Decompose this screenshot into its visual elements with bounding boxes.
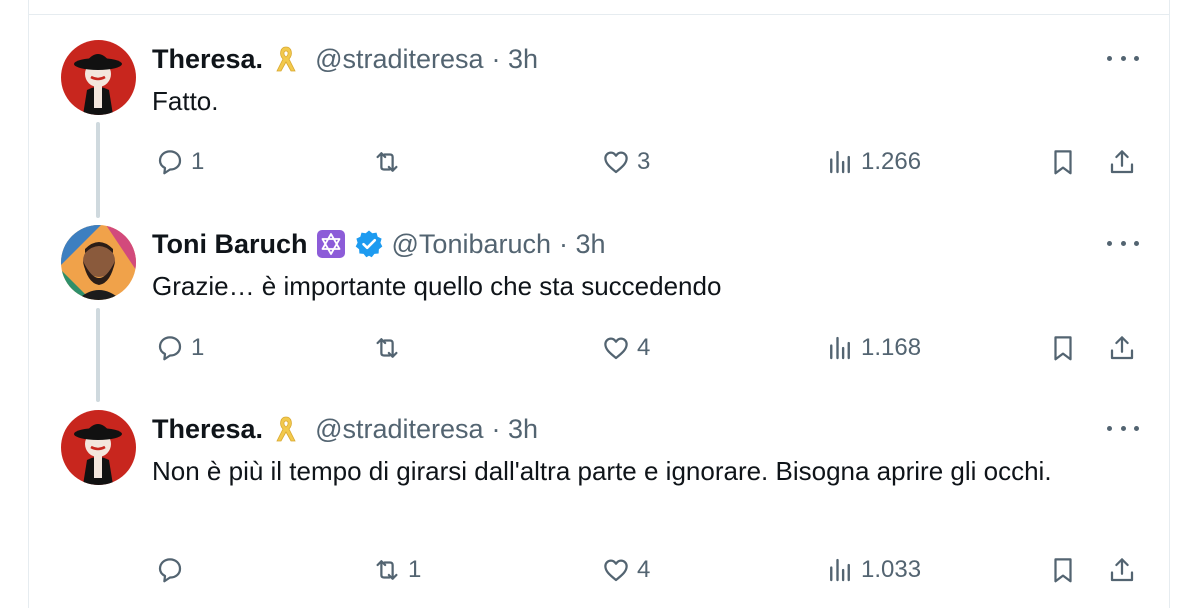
yellow-ribbon-icon [271,414,301,444]
views-chart-icon [830,336,850,360]
like-count: 4 [637,334,651,361]
verified-badge-icon [354,229,384,259]
views-count: 1.168 [861,334,922,361]
views-chart-icon [830,558,850,582]
reply-button[interactable]: 1 [155,331,204,365]
bookmark-icon [1054,150,1072,175]
views-button[interactable]: 1.033 [825,553,921,587]
views-count: 1.033 [861,556,922,583]
heart-icon [604,151,628,174]
user-handle[interactable]: @straditeresa [315,414,483,445]
reply-count: 1 [191,148,205,175]
tweet-text: Non è più il tempo di girarsi dall'altra… [152,456,1052,486]
avatar[interactable] [61,225,136,300]
reply-icon [158,336,182,361]
retweet-icon [376,338,398,358]
timestamp[interactable]: · 3h [559,229,606,260]
more-options-button[interactable] [1107,422,1139,434]
more-icon [1107,55,1112,61]
like-button[interactable]: 4 [601,331,650,365]
retweet-button[interactable]: 1 [372,553,421,587]
reply-count: 1 [191,334,205,361]
share-button[interactable] [1107,553,1137,587]
yellow-ribbon-icon [271,44,301,74]
bookmark-icon [1054,336,1072,361]
tweet-text: Grazie… è importante quello che sta succ… [152,271,722,301]
views-chart-icon [830,150,850,174]
retweet-icon [376,560,398,580]
avatar[interactable] [61,410,136,485]
avatar[interactable] [61,40,136,115]
retweet-button[interactable] [372,331,408,365]
user-handle[interactable]: @Tonibaruch [392,229,552,260]
more-icon [1107,425,1112,431]
tweet-text: Fatto. [152,86,219,116]
tweet[interactable]: Toni Baruch @Tonibaruch · 3h Grazie… è i… [0,200,1200,390]
share-button[interactable] [1107,331,1137,365]
reply-icon [158,150,182,175]
retweet-button[interactable] [372,145,408,179]
heart-icon [604,559,628,582]
heart-icon [604,337,628,360]
like-count: 3 [637,148,651,175]
views-count: 1.266 [861,148,922,175]
timestamp[interactable]: · 3h [492,414,539,445]
avatar-image [61,410,136,485]
share-icon [1110,336,1134,360]
tweet[interactable]: Theresa. @straditeresa · 3h Fatto. 1 3 1… [0,0,1200,200]
share-icon [1110,558,1134,582]
bookmark-button[interactable] [1048,331,1078,365]
display-name[interactable]: Toni Baruch [152,229,308,260]
reply-button[interactable]: 1 [155,145,204,179]
like-button[interactable]: 4 [601,553,650,587]
display-name[interactable]: Theresa. [152,44,263,75]
bookmark-button[interactable] [1048,145,1078,179]
avatar-image [61,40,136,115]
bookmark-button[interactable] [1048,553,1078,587]
more-options-button[interactable] [1107,52,1139,64]
avatar-image [61,225,136,300]
tweet[interactable]: Theresa. @straditeresa · 3h Non è più il… [0,390,1200,599]
retweet-icon [376,152,398,172]
timestamp[interactable]: · 3h [492,44,539,75]
views-button[interactable]: 1.266 [825,145,921,179]
reply-button[interactable] [155,553,191,587]
reply-icon [158,558,182,583]
like-button[interactable]: 3 [601,145,650,179]
share-icon [1110,150,1134,174]
display-name[interactable]: Theresa. [152,414,263,445]
more-options-button[interactable] [1107,237,1139,249]
views-button[interactable]: 1.168 [825,331,921,365]
bookmark-icon [1054,558,1072,583]
retweet-count: 1 [408,556,422,583]
more-icon [1107,240,1112,246]
share-button[interactable] [1107,145,1137,179]
user-handle[interactable]: @straditeresa [315,44,483,75]
star-of-david-icon [316,229,346,259]
like-count: 4 [637,556,651,583]
